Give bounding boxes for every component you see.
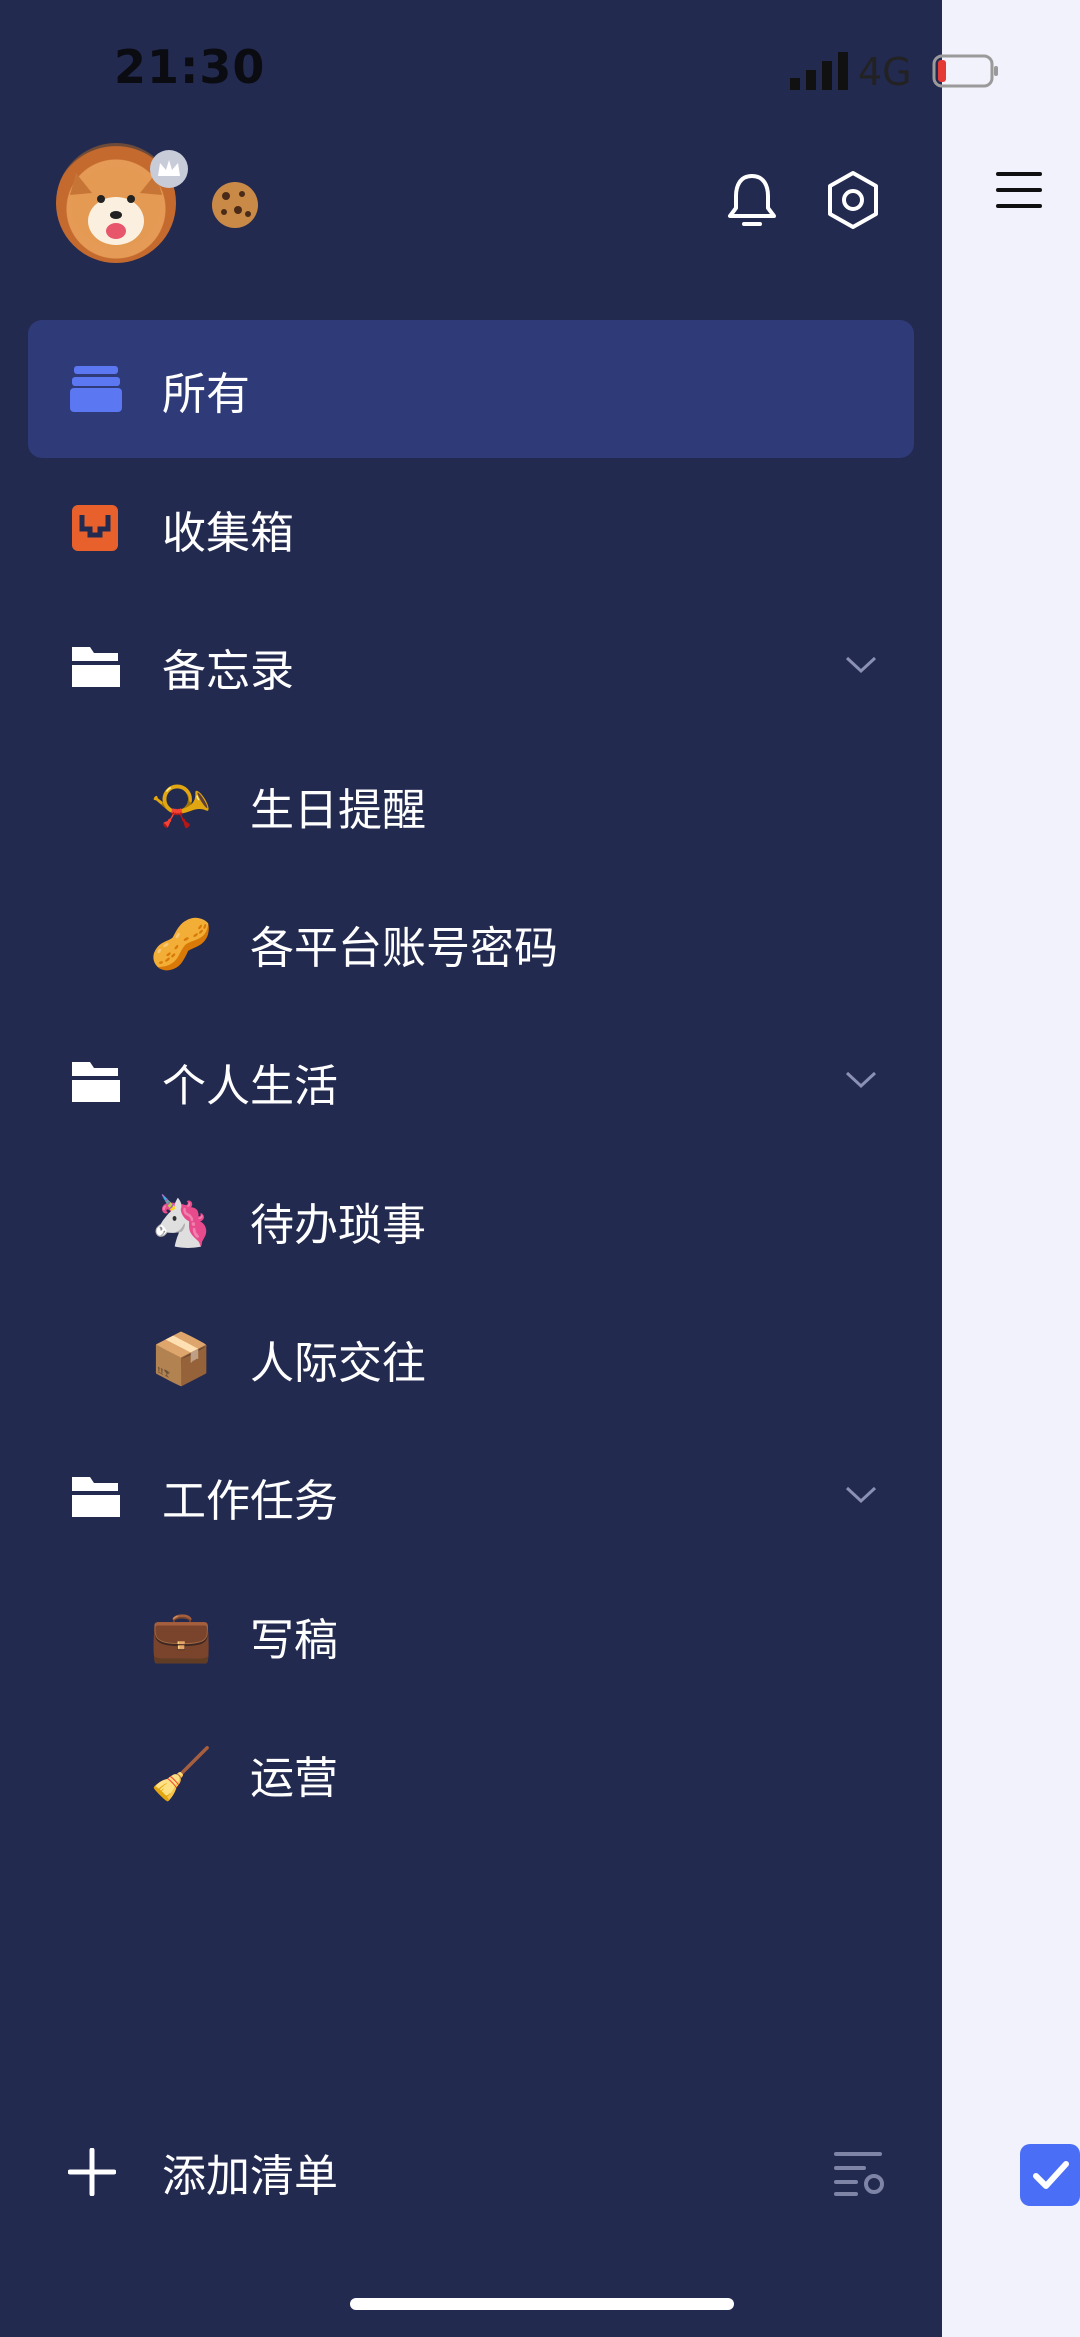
chevron-down-icon[interactable] bbox=[844, 1068, 878, 1090]
battery-icon bbox=[932, 54, 998, 88]
home-indicator[interactable] bbox=[350, 2298, 734, 2310]
broom-icon: 🧹 bbox=[150, 1745, 213, 1803]
list-item-chores[interactable]: 🦄 待办琐事 bbox=[150, 1151, 910, 1289]
list-item-label: 各平台账号密码 bbox=[250, 923, 558, 974]
cookie-icon[interactable] bbox=[210, 180, 260, 230]
briefcase-icon: 💼 bbox=[150, 1607, 213, 1665]
nav-item-inbox[interactable]: 收集箱 bbox=[28, 459, 914, 597]
inbox-icon bbox=[72, 505, 118, 551]
add-list-label: 添加清单 bbox=[162, 2151, 338, 2202]
list-item-label: 运营 bbox=[250, 1753, 338, 1804]
chevron-down-icon[interactable] bbox=[844, 653, 878, 675]
list-item-label: 生日提醒 bbox=[250, 785, 426, 836]
chevron-down-icon[interactable] bbox=[844, 1483, 878, 1505]
folder-personal[interactable]: 个人生活 bbox=[28, 1012, 914, 1150]
folder-label: 个人生活 bbox=[162, 1061, 338, 1112]
plus-icon bbox=[68, 2148, 116, 2196]
settings-icon[interactable] bbox=[824, 170, 882, 230]
crown-icon bbox=[150, 150, 188, 188]
peanut-icon: 🥜 bbox=[150, 915, 213, 973]
main-content-edge bbox=[942, 0, 1080, 2337]
add-list-button[interactable]: 添加清单 bbox=[28, 2104, 914, 2242]
list-item-label: 人际交往 bbox=[250, 1338, 426, 1389]
side-drawer: 21:30 4G 所有 收集箱 备忘录 📯 生日提醒 🥜 各平台账号密码 个人生… bbox=[0, 0, 942, 2337]
signal-icon bbox=[790, 52, 848, 90]
hamburger-icon[interactable] bbox=[996, 170, 1042, 210]
list-item-social[interactable]: 📦 人际交往 bbox=[150, 1289, 910, 1427]
folder-icon bbox=[72, 647, 120, 687]
check-icon bbox=[1033, 2161, 1069, 2189]
folder-icon bbox=[72, 1062, 120, 1102]
nav-item-label: 收集箱 bbox=[162, 508, 294, 559]
unicorn-icon: 🦄 bbox=[150, 1192, 213, 1250]
list-item-label: 待办琐事 bbox=[250, 1200, 426, 1251]
list-item-label: 写稿 bbox=[250, 1615, 338, 1666]
package-icon: 📦 bbox=[150, 1330, 213, 1388]
network-type: 4G bbox=[858, 50, 912, 94]
bell-icon[interactable] bbox=[724, 170, 780, 230]
list-settings-icon[interactable] bbox=[834, 2148, 888, 2198]
list-item-passwords[interactable]: 🥜 各平台账号密码 bbox=[150, 874, 910, 1012]
folder-memo[interactable]: 备忘录 bbox=[28, 597, 914, 735]
nav-item-all[interactable]: 所有 bbox=[28, 320, 914, 458]
stack-icon bbox=[70, 366, 122, 412]
postal-horn-icon: 📯 bbox=[150, 777, 213, 835]
folder-label: 备忘录 bbox=[162, 646, 294, 697]
list-item-operations[interactable]: 🧹 运营 bbox=[150, 1704, 910, 1842]
folder-work[interactable]: 工作任务 bbox=[28, 1427, 914, 1565]
folder-icon bbox=[72, 1477, 120, 1517]
task-checkbox[interactable] bbox=[1020, 2144, 1080, 2206]
list-item-birthday[interactable]: 📯 生日提醒 bbox=[150, 736, 910, 874]
status-time: 21:30 bbox=[114, 40, 266, 94]
list-item-writing[interactable]: 💼 写稿 bbox=[150, 1566, 910, 1704]
folder-label: 工作任务 bbox=[162, 1476, 338, 1527]
nav-item-label: 所有 bbox=[162, 369, 250, 420]
